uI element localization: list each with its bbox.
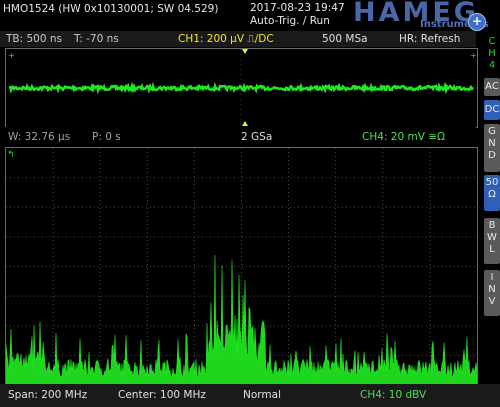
datetime: 2017-08-23 19:47 — [250, 2, 345, 14]
ch1-setting[interactable]: CH1: 200 µV ⎍/DC — [178, 31, 274, 47]
fft-ch-marker: ↰ — [7, 150, 15, 160]
fft-spectrum: ↰ — [6, 148, 477, 385]
fft-info-bar: W: 32.76 µs P: 0 s 2 GSa CH4: 20 mV ≅Ω — [0, 127, 476, 147]
center-setting[interactable]: Center: 100 MHz — [118, 384, 206, 407]
trigger-time-label[interactable]: T: -70 ns — [74, 31, 119, 47]
sample-rate: 500 MSa — [322, 33, 368, 45]
trigger-mode: Auto-Trig. / Run — [250, 15, 330, 27]
ch4-time-trace — [8, 81, 475, 95]
trigger-marker-top — [242, 49, 248, 54]
trigger-marker-bottom — [242, 121, 248, 126]
hr-mode[interactable]: HR: Refresh — [399, 31, 460, 47]
fft-mode[interactable]: Normal — [243, 384, 281, 407]
impedance-50ohm-button[interactable]: 50 Ω — [484, 175, 500, 211]
ch4-side-label: CH4 — [486, 36, 498, 72]
ch4-scale[interactable]: CH4: 10 dBV — [360, 384, 426, 407]
coupling-ac-button[interactable]: AC — [484, 78, 500, 96]
bottom-bar: Span: 200 MHz Center: 100 MHz Normal CH4… — [0, 384, 500, 407]
time-domain-trace: + + — [6, 49, 477, 127]
upper-ch-marker-left: + — [8, 51, 15, 60]
window-position: P: 0 s — [92, 131, 121, 143]
coupling-dc-button[interactable]: DC — [484, 100, 500, 120]
fft-sample-rate: 2 GSa — [241, 131, 273, 143]
fft-display[interactable]: ↰ — [5, 147, 478, 386]
bwl-button[interactable]: BWL — [484, 218, 500, 264]
ch4-setting[interactable]: CH4: 20 mV ≅Ω — [362, 127, 445, 147]
status-bar: TB: 500 ns T: -70 ns CH1: 200 µV ⎍/DC 50… — [0, 31, 476, 47]
window-width: W: 32.76 µs — [8, 131, 71, 143]
invert-button[interactable]: INV — [484, 270, 500, 316]
device-info: HMO1524 (HW 0x10130001; SW 04.529) — [3, 3, 219, 15]
upper-ch-marker-right: + — [470, 51, 477, 60]
time-domain-display[interactable]: + + — [5, 48, 478, 128]
magnifier-plus-icon[interactable]: + — [468, 13, 486, 31]
span-setting[interactable]: Span: 200 MHz — [8, 384, 87, 407]
ch4-side-text: CH4 — [488, 36, 496, 71]
impedance-label: 50 Ω — [485, 177, 499, 200]
coupling-gnd-button[interactable]: GND — [484, 124, 500, 172]
timebase-label[interactable]: TB: 500 ns — [6, 31, 62, 47]
